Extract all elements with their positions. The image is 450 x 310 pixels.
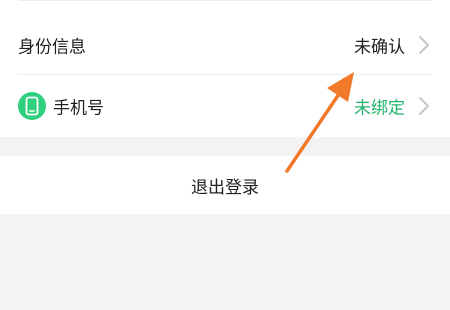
- identity-row[interactable]: 身份信息 未确认: [0, 15, 450, 75]
- logout-label: 退出登录: [191, 177, 259, 198]
- identity-status: 未确认: [354, 37, 405, 58]
- phone-row[interactable]: 手机号 未绑定: [0, 76, 450, 136]
- phone-status: 未绑定: [354, 98, 405, 119]
- top-divider: [18, 0, 432, 1]
- chevron-right-icon: [419, 36, 429, 54]
- settings-card: 身份信息 未确认 手机号 未绑定: [0, 0, 450, 137]
- phone-label: 手机号: [53, 98, 104, 119]
- logout-button[interactable]: 退出登录: [0, 156, 450, 214]
- identity-label: 身份信息: [18, 37, 86, 58]
- chevron-right-icon: [419, 97, 429, 115]
- row-divider: [18, 74, 432, 75]
- phone-icon: [18, 92, 46, 120]
